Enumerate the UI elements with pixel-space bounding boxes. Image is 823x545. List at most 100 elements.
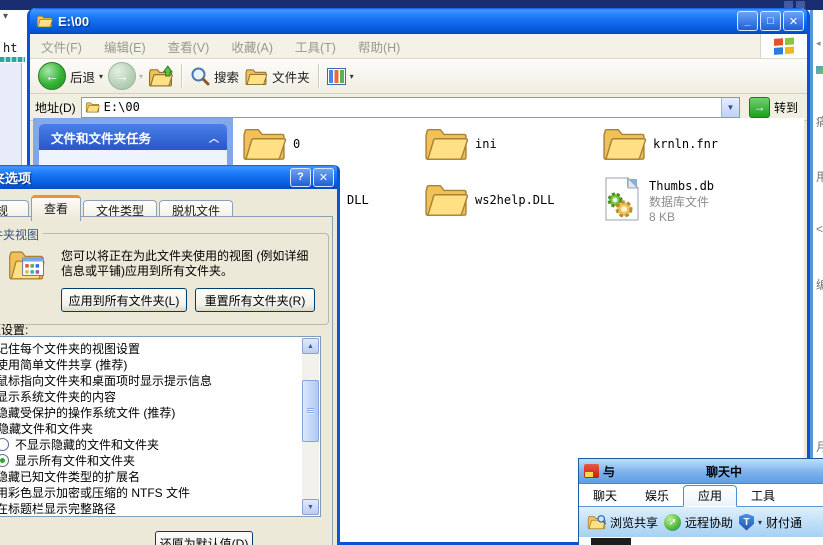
file-item[interactable]: krnln.fnr (601, 124, 718, 162)
file-type: 数据库文件 (649, 195, 710, 209)
tenpay-button[interactable]: T ▾ 财付通 (739, 513, 802, 531)
forward-dropdown-icon[interactable]: ▾ (139, 72, 143, 81)
views-dropdown-icon[interactable]: ▾ (350, 72, 354, 81)
menu-tools[interactable]: 工具(T) (284, 37, 347, 56)
chat-tab-apps[interactable]: 应用 (683, 485, 738, 507)
file-item[interactable]: Thumbs.db 数据库文件 8 KB (601, 176, 714, 224)
remote-assist-icon: ➚ (664, 513, 682, 531)
file-item[interactable]: ws2help.DLL (423, 180, 554, 218)
group-label: 文件夹视图 (0, 226, 44, 243)
go-button[interactable]: → 转到 (748, 96, 798, 118)
folder-icon (425, 184, 469, 216)
window-title: E:\00 (58, 13, 90, 29)
up-button[interactable] (148, 64, 174, 88)
chat-titlebar[interactable]: 与 聊天中 (579, 459, 823, 484)
scroll-up-button[interactable]: ▲ (302, 338, 319, 354)
chat-tab-fun[interactable]: 娱乐 (631, 486, 683, 506)
file-item[interactable]: 0 (241, 124, 300, 162)
windows-logo-icon (760, 34, 807, 58)
advanced-setting-row[interactable]: ✓用彩色显示加密或压缩的 NTFS 文件 (0, 484, 320, 500)
restore-defaults-button[interactable]: 还原为默认值(D) (155, 531, 253, 545)
chat-title-prefix: 与 (603, 464, 616, 479)
database-file-icon (605, 176, 640, 221)
advanced-setting-row[interactable]: ✓鼠标指向文件夹和桌面项时显示提示信息 (0, 372, 320, 388)
file-name[interactable]: DLL (347, 193, 369, 207)
browse-share-button[interactable]: 浏览共享 (587, 514, 658, 531)
advanced-setting-row[interactable]: 隐藏已知文件类型的扩展名 (0, 468, 320, 484)
chat-vip-icon (584, 464, 599, 478)
toolbar-separator (317, 64, 319, 88)
advanced-settings-list[interactable]: ✓记住每个文件夹的视图设置 使用简单文件共享 (推荐) ✓鼠标指向文件夹和桌面项… (0, 336, 321, 517)
menu-help[interactable]: 帮助(H) (347, 37, 411, 56)
minimize-button[interactable]: _ (737, 11, 758, 31)
file-item[interactable]: ini (423, 124, 497, 162)
address-label: 地址(D) (35, 100, 76, 115)
advanced-setting-row[interactable]: 使用简单文件共享 (推荐) (0, 356, 320, 372)
scrollbar[interactable]: ▲ ▼ (302, 338, 319, 515)
views-button[interactable]: ▾ (326, 67, 354, 85)
address-bar: 地址(D) E:\00 ▼ → 转到 (30, 94, 807, 121)
advanced-setting-row[interactable]: 隐藏文件和文件夹 (0, 420, 320, 436)
menu-file[interactable]: 文件(F) (30, 37, 93, 56)
menu-favorites[interactable]: 收藏(A) (220, 37, 284, 56)
toolbar: ← 后退 ▾ → ▾ 搜索 文件夹 ▾ (30, 59, 807, 94)
chat-tab-chat[interactable]: 聊天 (579, 486, 631, 506)
advanced-setting-row[interactable]: 显示所有文件和文件夹 (0, 452, 320, 468)
advanced-setting-row[interactable]: ✓记住每个文件夹的视图设置 (0, 340, 320, 356)
apply-to-all-folders-button[interactable]: 应用到所有文件夹(L) (61, 288, 187, 312)
radio-unselected-icon[interactable] (0, 437, 9, 451)
go-arrow-icon: → (748, 96, 770, 118)
menu-edit[interactable]: 编辑(E) (93, 37, 157, 56)
scroll-down-button[interactable]: ▼ (302, 499, 319, 515)
chat-tabs: 聊天 娱乐 应用 工具 (579, 484, 823, 507)
dialog-titlebar[interactable]: 文件夹选项 ? ✕ (0, 165, 337, 189)
folders-icon (245, 68, 268, 85)
file-name: krnln.fnr (653, 137, 719, 151)
search-icon (191, 67, 210, 86)
address-dropdown-button[interactable]: ▼ (720, 97, 739, 117)
chat-tab-tools[interactable]: 工具 (737, 486, 789, 506)
up-folder-icon (149, 65, 174, 87)
address-input[interactable]: E:\00 ▼ (80, 96, 740, 118)
back-button[interactable]: ← 后退 ▾ (38, 62, 103, 90)
task-panel-header[interactable]: 文件和文件夹任务 ︿ (39, 124, 227, 150)
chat-toolbar: 浏览共享 ➚ 远程协助 T ▾ 财付通 (579, 507, 823, 537)
folder-icon (36, 15, 53, 28)
chevron-up-icon[interactable]: ︿ (209, 130, 219, 145)
browse-share-icon (587, 515, 606, 530)
advanced-setting-row[interactable]: 不显示隐藏的文件和文件夹 (0, 436, 320, 452)
help-button[interactable]: ? (290, 167, 311, 187)
group-description: 您可以将正在为此文件夹使用的视图 (例如详细 信息或平铺)应用到所有文件夹。 (61, 249, 309, 278)
strip-text-fragment: 痛 (816, 115, 823, 129)
folder-icon (425, 128, 469, 160)
advanced-setting-row[interactable]: ✓在标题栏显示完整路径 (0, 500, 320, 516)
menu-bar: 文件(F) 编辑(E) 查看(V) 收藏(A) 工具(T) 帮助(H) (30, 34, 807, 59)
chat-window: 与 聊天中 聊天 娱乐 应用 工具 浏览共享 ➚ 远程协助 T ▾ 财付通 (578, 458, 823, 545)
toolbar-separator (181, 64, 183, 88)
advanced-setting-row[interactable]: 隐藏受保护的操作系统文件 (推荐) (0, 404, 320, 420)
search-button[interactable]: 搜索 (190, 66, 239, 86)
menu-view[interactable]: 查看(V) (157, 37, 221, 56)
back-icon: ← (38, 62, 66, 90)
maximize-button[interactable]: □ (760, 11, 781, 31)
background-window-button[interactable] (796, 1, 805, 8)
explorer-titlebar[interactable]: E:\00 _ □ ✕ (30, 8, 807, 34)
close-button[interactable]: ✕ (783, 11, 804, 31)
radio-selected-icon[interactable] (0, 453, 9, 467)
chat-image-thumbnail[interactable] (591, 538, 631, 545)
scroll-thumb[interactable] (302, 380, 319, 442)
back-dropdown-icon[interactable]: ▾ (99, 72, 103, 81)
file-name: 0 (293, 137, 301, 151)
folders-button[interactable]: 文件夹 (244, 67, 310, 86)
close-button[interactable]: ✕ (313, 167, 334, 187)
forward-button[interactable]: → ▾ (108, 62, 143, 90)
tenpay-dropdown-icon[interactable]: ▾ (758, 518, 762, 527)
remote-assist-button[interactable]: ➚ 远程协助 (664, 513, 733, 531)
reset-all-folders-button[interactable]: 重置所有文件夹(R) (195, 288, 315, 312)
forward-icon: → (108, 62, 137, 90)
background-window-button[interactable] (784, 1, 793, 8)
tab-view[interactable]: 查看 (31, 195, 82, 221)
dropdown-caret-icon[interactable]: ▾ (3, 11, 8, 22)
strip-text-fragment: 月 (816, 440, 823, 454)
advanced-setting-row[interactable]: ✓显示系统文件夹的内容 (0, 388, 320, 404)
